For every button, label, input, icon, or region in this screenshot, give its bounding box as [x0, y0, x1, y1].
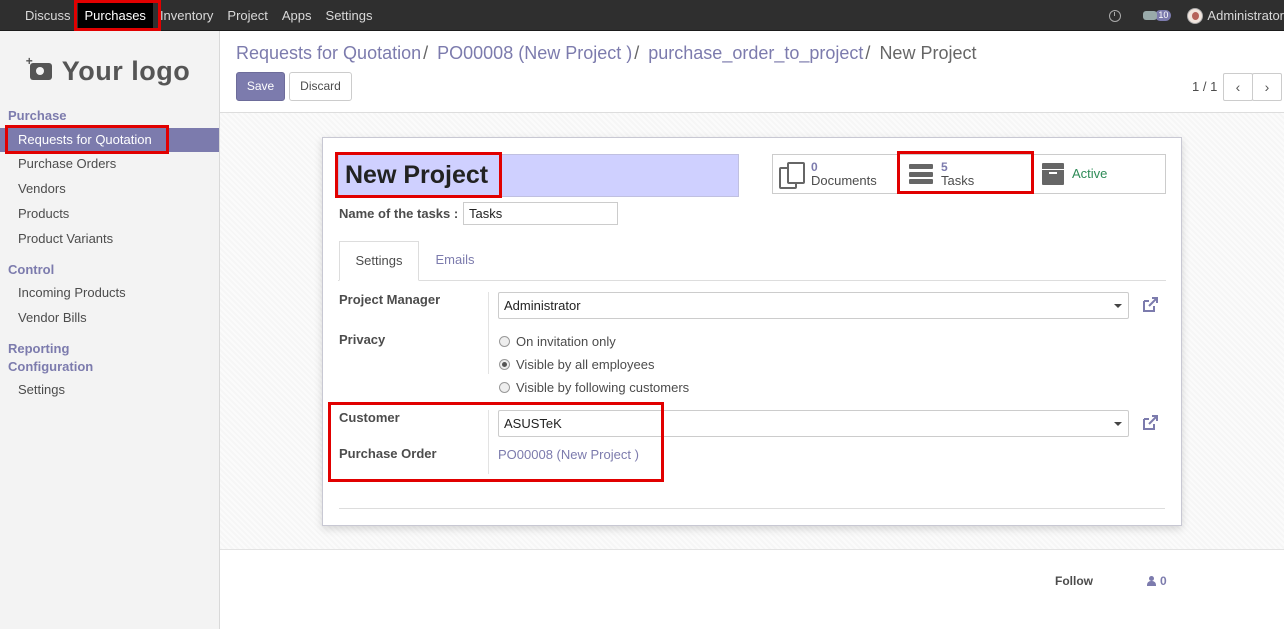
menu-inventory[interactable]: Inventory: [153, 0, 220, 31]
sidebar-item-vendors[interactable]: Vendors: [0, 177, 219, 201]
top-navbar: Discuss Purchases Inventory Project Apps…: [0, 0, 1284, 31]
follow-button[interactable]: Follow: [1055, 574, 1093, 588]
external-link-icon[interactable]: [1141, 414, 1159, 432]
discard-button[interactable]: Discard: [289, 72, 352, 101]
menu-discuss[interactable]: Discuss: [18, 0, 78, 31]
privacy-option-employees[interactable]: Visible by all employees: [499, 357, 655, 372]
followers-button[interactable]: 0: [1147, 574, 1167, 588]
name-of-tasks-input[interactable]: Tasks: [463, 202, 618, 225]
sidebar-item-incoming-products[interactable]: Incoming Products: [0, 281, 219, 305]
documents-count: 0: [811, 159, 818, 174]
sidebar-item-products[interactable]: Products: [0, 202, 219, 226]
sidebar: Your logo Purchase Requests for Quotatio…: [0, 31, 220, 629]
project-manager-value: Administrator: [504, 298, 581, 313]
sidebar-item-settings[interactable]: Settings: [0, 378, 219, 402]
company-logo: Your logo: [22, 49, 198, 93]
menu-apps[interactable]: Apps: [275, 0, 319, 31]
sidebar-heading-control: Control: [8, 262, 55, 277]
project-manager-select[interactable]: Administrator: [498, 292, 1129, 319]
purchase-order-link[interactable]: PO00008 (New Project ): [498, 447, 639, 462]
field-separator: [488, 292, 489, 374]
sheet-divider: [339, 508, 1165, 509]
documents-smart-button[interactable]: 0 Documents: [773, 155, 901, 193]
active-label: Active: [1072, 166, 1108, 181]
customer-label: Customer: [339, 410, 400, 425]
tab-settings[interactable]: Settings: [339, 241, 419, 281]
radio-icon: [499, 336, 510, 347]
privacy-option-invitation[interactable]: On invitation only: [499, 334, 616, 349]
external-link-icon[interactable]: [1141, 296, 1159, 314]
sidebar-item-requests-for-quotation[interactable]: Requests for Quotation: [0, 128, 219, 152]
active-toggle-button[interactable]: Active: [1034, 155, 1164, 193]
customer-value: ASUSTeK: [504, 416, 562, 431]
documents-icon: [779, 162, 805, 189]
tasks-icon: [909, 164, 933, 184]
breadcrumb-item-rfq[interactable]: Requests for Quotation: [236, 43, 421, 63]
project-name-input[interactable]: New Project: [338, 154, 739, 197]
sidebar-heading-reporting[interactable]: Reporting: [8, 341, 69, 356]
archive-icon: [1041, 163, 1065, 185]
purchase-order-label: Purchase Order: [339, 446, 437, 461]
messages-count-badge: 10: [1155, 10, 1172, 21]
followers-count: 0: [1160, 574, 1167, 588]
menu-settings[interactable]: Settings: [319, 0, 380, 31]
breadcrumb-current: New Project: [879, 43, 977, 63]
pager-next-button[interactable]: ›: [1252, 73, 1282, 101]
breadcrumb: Requests for Quotation / PO00008 (New Pro…: [236, 43, 977, 63]
breadcrumb-item-po[interactable]: PO00008 (New Project ): [437, 43, 632, 63]
tasks-label: Tasks: [941, 172, 975, 188]
privacy-option-label: Visible by all employees: [516, 357, 655, 372]
menu-project[interactable]: Project: [220, 0, 274, 31]
privacy-option-label: Visible by following customers: [516, 380, 690, 395]
save-button[interactable]: Save: [236, 72, 285, 101]
breadcrumb-item-purchase-order-to-project[interactable]: purchase_order_to_project: [648, 43, 863, 63]
tasks-smart-button[interactable]: 5 Tasks: [903, 155, 1031, 193]
sidebar-heading-configuration: Configuration: [8, 359, 94, 374]
camera-icon: [26, 54, 52, 80]
name-of-tasks-label: Name of the tasks :: [339, 206, 459, 221]
field-separator: [488, 410, 489, 474]
project-manager-label: Project Manager: [339, 292, 441, 307]
sidebar-item-purchase-orders[interactable]: Purchase Orders: [0, 152, 219, 176]
messages-icon[interactable]: [1143, 11, 1158, 20]
sidebar-item-vendor-bills[interactable]: Vendor Bills: [0, 306, 219, 330]
pager-value: 1 / 1: [1192, 79, 1218, 94]
customer-select[interactable]: ASUSTeK: [498, 410, 1129, 437]
app-menu: Discuss Purchases Inventory Project Apps…: [18, 0, 380, 31]
sidebar-heading-purchase: Purchase: [8, 108, 67, 123]
tab-emails[interactable]: Emails: [425, 241, 485, 281]
documents-label: Documents: [811, 172, 877, 188]
tasks-count: 5: [941, 159, 948, 174]
user-name[interactable]: Administrator: [1207, 8, 1284, 23]
systray: 10 Administrator: [1109, 0, 1284, 31]
person-icon: [1147, 576, 1156, 586]
sidebar-item-product-variants[interactable]: Product Variants: [0, 227, 219, 251]
radio-checked-icon: [499, 359, 510, 370]
chevron-down-icon: [1114, 304, 1122, 308]
pager-previous-button[interactable]: ‹: [1223, 73, 1253, 101]
radio-icon: [499, 382, 510, 393]
activity-clock-icon[interactable]: [1109, 9, 1122, 22]
menu-purchases[interactable]: Purchases: [77, 0, 153, 31]
logo-text: Your logo: [61, 55, 191, 86]
privacy-option-customers[interactable]: Visible by following customers: [499, 380, 689, 395]
privacy-option-label: On invitation only: [516, 334, 616, 349]
privacy-label: Privacy: [339, 332, 386, 347]
chevron-down-icon: [1114, 422, 1122, 426]
user-avatar[interactable]: [1187, 7, 1204, 24]
